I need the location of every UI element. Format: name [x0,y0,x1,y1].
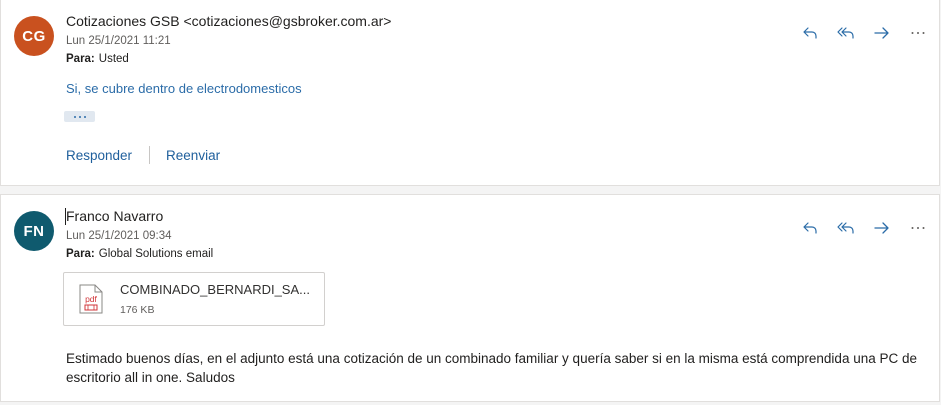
to-label: Para: [66,248,95,260]
reply-icon [803,27,817,39]
message-date: Lun 25/1/2021 11:21 [66,35,171,47]
ellipsis-icon [73,115,76,118]
pdf-icon-label: pdf [85,294,97,304]
to-value[interactable]: Global Solutions email [99,248,213,260]
reply-all-icon [837,27,854,39]
reply-bar: Responder Reenviar [66,146,220,164]
ellipsis-icon [83,115,86,118]
reply-link[interactable]: Responder [66,148,132,163]
reply-button[interactable] [792,18,828,48]
attachment-card[interactable]: pdf COMBINADO_BERNARDI_SA... 176 KB [63,272,325,326]
sender-name[interactable]: Franco Navarro [66,208,163,224]
reply-all-icon [837,222,854,234]
recipients: Para: Global Solutions email [66,248,213,260]
more-icon [911,32,925,34]
forward-button[interactable] [864,18,900,48]
show-quoted-text-button[interactable] [64,111,95,122]
attachment-name: COMBINADO_BERNARDI_SA... [120,282,310,297]
to-label: Para: [66,53,95,65]
message-body: Estimado buenos días, en el adjunto está… [66,351,917,385]
recipients: Para: Usted [66,53,129,65]
avatar[interactable]: CG [14,16,54,56]
reply-all-button[interactable] [828,213,864,243]
message-card-cotizaciones: CG Cotizaciones GSB <cotizaciones@gsbrok… [0,0,940,186]
divider [149,146,151,164]
pdf-file-icon: pdf [79,284,103,314]
message-date: Lun 25/1/2021 09:34 [66,230,172,242]
to-value[interactable]: Usted [99,53,129,65]
forward-link[interactable]: Reenviar [166,148,220,163]
attachment-size: 176 KB [120,304,155,316]
reply-icon [803,222,817,234]
reply-button[interactable] [792,213,828,243]
more-options-button[interactable] [900,18,936,48]
more-icon [911,227,925,229]
more-options-button[interactable] [900,213,936,243]
reply-all-button[interactable] [828,18,864,48]
message-actions [792,213,936,243]
message-card-franco: FN Franco Navarro Lun 25/1/2021 09:34 Pa… [0,194,940,402]
message-body: Si, se cubre dentro de electrodomesticos [66,81,302,96]
forward-icon [874,222,889,234]
avatar[interactable]: FN [14,211,54,251]
forward-icon [874,27,889,39]
message-actions [792,18,936,48]
ellipsis-icon [78,115,81,118]
forward-button[interactable] [864,213,900,243]
sender-name[interactable]: Cotizaciones GSB <cotizaciones@gsbroker.… [66,13,391,29]
